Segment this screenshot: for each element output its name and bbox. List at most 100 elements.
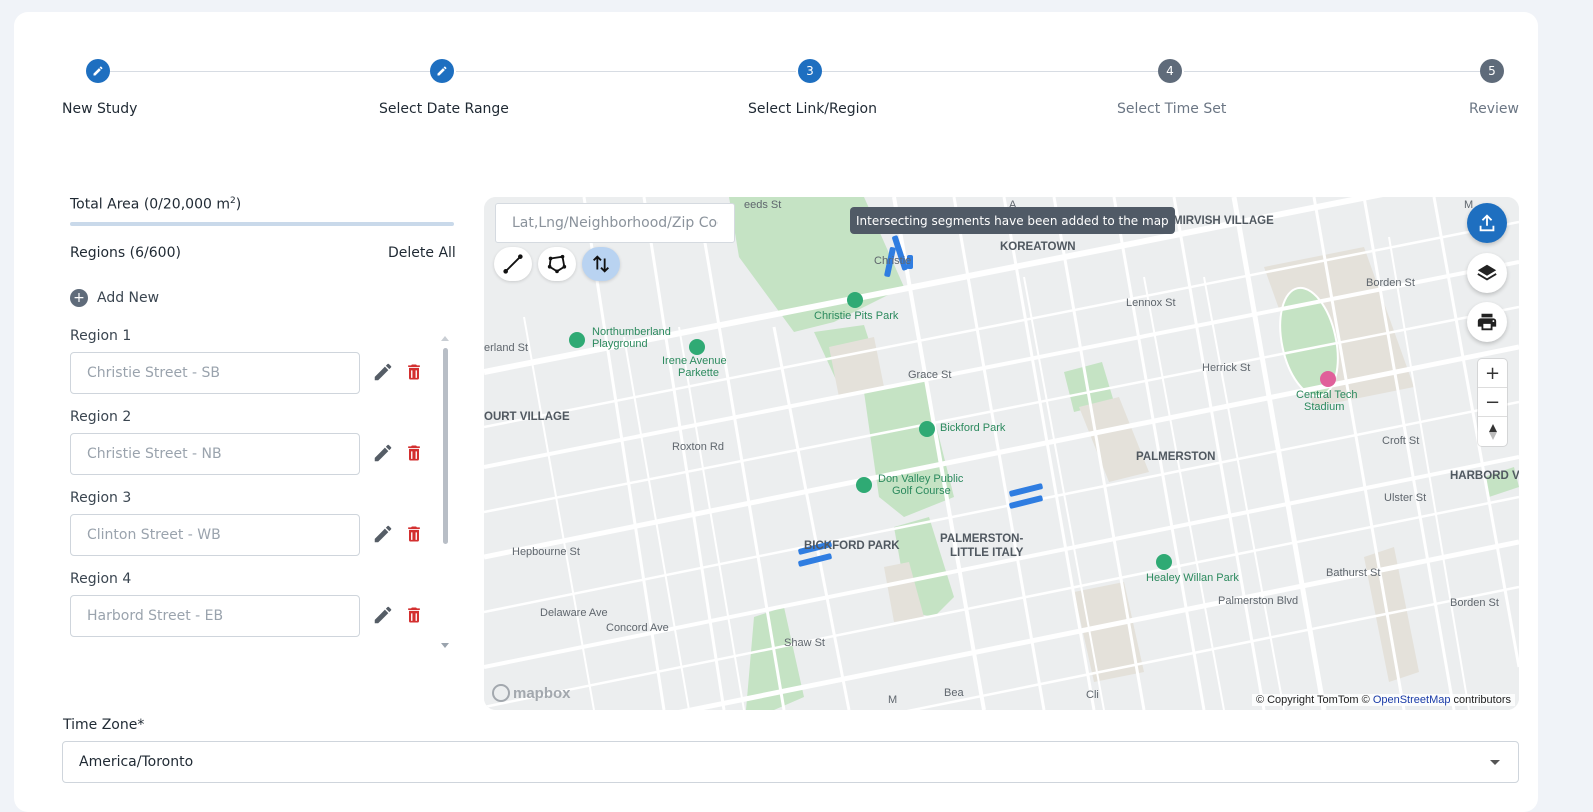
map-label: Shaw St — [784, 637, 825, 649]
trash-icon[interactable] — [404, 442, 424, 464]
mapbox-logo[interactable]: mapbox — [492, 684, 571, 702]
time-zone-label: Time Zone* — [63, 717, 145, 733]
add-new-label: Add New — [97, 290, 160, 306]
step-connector — [110, 71, 432, 72]
printer-icon — [1477, 313, 1497, 331]
step-5-label: Review — [1469, 101, 1519, 117]
map-label: Parkette — [678, 367, 719, 379]
map-attribution: © Copyright TomTom © OpenStreetMap contr… — [1251, 694, 1515, 706]
trash-icon[interactable] — [404, 523, 424, 545]
total-area-text: Total Area (0/20,000 m — [70, 196, 230, 213]
map-label: Stadium — [1304, 401, 1345, 413]
delete-all-button[interactable]: Delete All — [388, 245, 456, 261]
map-label: Cli — [1086, 689, 1099, 701]
map-search-input[interactable] — [495, 203, 735, 243]
mapbox-logo-text: mapbox — [513, 684, 571, 702]
polygon-icon — [547, 254, 567, 274]
layers-icon — [1477, 264, 1497, 281]
draw-polygon-button[interactable] — [538, 247, 576, 281]
map-label: Bathurst St — [1326, 567, 1381, 579]
region-list-scrollbar[interactable] — [443, 348, 448, 544]
step-3-number: 3 — [798, 59, 822, 83]
map-label: Herrick St — [1202, 362, 1251, 374]
openstreetmap-link[interactable]: OpenStreetMap — [1373, 694, 1451, 706]
map-label: Central Tech — [1296, 389, 1358, 401]
map-label: HARBORD VIL — [1450, 470, 1519, 482]
map-label: Grace St — [908, 369, 952, 381]
plus-circle-icon: + — [70, 289, 88, 307]
map-label: Irene Avenue — [662, 355, 727, 367]
attribution-text: © Copyright TomTom © — [1255, 694, 1373, 706]
layers-button[interactable] — [1467, 253, 1507, 293]
region-label: Region 1 — [70, 328, 132, 344]
region-item: Region 3 — [70, 490, 450, 556]
toggle-direction-button[interactable] — [582, 247, 620, 281]
map-label: eeds St — [744, 199, 782, 211]
map-label: M — [888, 694, 898, 706]
scroll-up-arrow[interactable] — [441, 336, 449, 341]
mapbox-logo-icon — [492, 684, 510, 702]
upload-button[interactable] — [1467, 203, 1507, 243]
map-label: Bea — [944, 687, 964, 699]
map-label: Concord Ave — [606, 622, 669, 634]
pencil-icon[interactable] — [372, 361, 394, 383]
stepper: New Study Select Date Range 3 Select Lin… — [0, 0, 1593, 140]
swap-vertical-icon — [593, 255, 609, 273]
pencil-icon[interactable] — [372, 442, 394, 464]
pencil-icon[interactable] — [372, 604, 394, 626]
segments-added-tooltip: Intersecting segments have been added to… — [850, 207, 1175, 234]
time-zone-value: America/Toronto — [79, 754, 194, 770]
scroll-down-arrow[interactable] — [441, 643, 449, 648]
step-connector — [456, 71, 796, 72]
zoom-in-button[interactable]: + — [1478, 359, 1507, 388]
map-label: Borden St — [1366, 277, 1415, 289]
polyline-icon — [503, 254, 523, 274]
compass-button[interactable] — [1478, 417, 1507, 446]
map-label: MIRVISH VILLAGE — [1173, 215, 1274, 227]
map-label: OURT VILLAGE — [484, 411, 570, 423]
step-1-edit-icon[interactable] — [86, 59, 110, 83]
map-label: PALMERSTON — [1136, 451, 1216, 463]
trash-icon[interactable] — [404, 361, 424, 383]
step-connector — [1184, 71, 1490, 72]
add-new-region-button[interactable]: + Add New — [70, 289, 159, 307]
region-label: Region 4 — [70, 571, 132, 587]
region-name-input[interactable] — [70, 433, 360, 475]
map-label: LITTLE ITALY — [950, 547, 1024, 559]
region-item: Region 2 — [70, 409, 450, 475]
total-area-progress-bar — [70, 222, 454, 226]
map-view[interactable]: MIRVISH VILLAGE KOREATOWN Christie Chris… — [484, 197, 1519, 710]
map-label: Hepbourne St — [512, 546, 580, 558]
map-label: Don Valley Public — [878, 473, 964, 485]
map-label: Delaware Ave — [540, 607, 608, 619]
pencil-icon[interactable] — [372, 523, 394, 545]
total-area-label: Total Area (0/20,000 m2) — [70, 196, 241, 213]
step-connector — [820, 71, 1160, 72]
compass-icon — [1488, 423, 1497, 440]
map-label: Ulster St — [1384, 492, 1427, 504]
map-label: PALMERSTON- — [940, 533, 1024, 545]
map-label: Golf Course — [892, 485, 951, 497]
draw-line-button[interactable] — [494, 247, 532, 281]
upload-icon — [1479, 214, 1495, 232]
region-name-input[interactable] — [70, 352, 360, 394]
step-2-edit-icon[interactable] — [430, 59, 454, 83]
region-label: Region 2 — [70, 409, 132, 425]
attribution-suffix: contributors — [1450, 694, 1511, 706]
total-area-close: ) — [235, 196, 242, 213]
map-label: Palmerston Blvd — [1218, 595, 1299, 607]
regions-count-title: Regions (6/600) — [70, 245, 181, 261]
map-label: Borden St — [1450, 597, 1499, 609]
map-label: BICKFORD PARK — [804, 540, 900, 552]
time-zone-select[interactable]: America/Toronto — [62, 741, 1519, 783]
region-name-input[interactable] — [70, 514, 360, 556]
zoom-out-button[interactable]: − — [1478, 388, 1507, 417]
step-1-label[interactable]: New Study — [62, 101, 137, 117]
trash-icon[interactable] — [404, 604, 424, 626]
print-button[interactable] — [1467, 302, 1507, 342]
region-list: Region 1 Region 2 Region 3 Region 4 — [70, 328, 450, 648]
region-label: Region 3 — [70, 490, 132, 506]
chevron-down-icon — [1490, 760, 1500, 765]
step-2-label[interactable]: Select Date Range — [379, 101, 509, 117]
region-name-input[interactable] — [70, 595, 360, 637]
